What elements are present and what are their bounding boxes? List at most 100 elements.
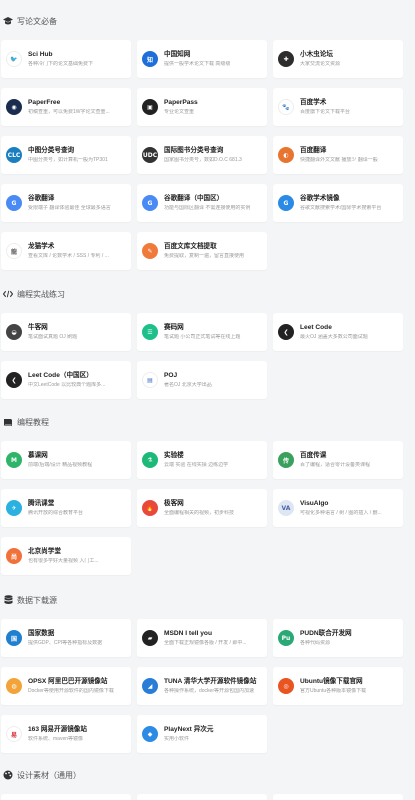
site-logo-icon: 🐾 xyxy=(278,99,294,115)
site-description: 提供一般学术论文下载 高级级 xyxy=(164,61,231,67)
site-card[interactable]: ✎ 百度文库文档提取 免费提取，复制一遍，留言直接使用 xyxy=(137,232,267,270)
site-logo-icon: UDC xyxy=(142,147,158,163)
section-title-text: 数据下载源 xyxy=(17,595,57,605)
site-card[interactable]: ◐ 百度翻译 快捷翻译外文文献 播放少 翻译一般 xyxy=(273,136,403,174)
site-card[interactable]: 易 163 网易开源镜像站 软件系统、maven等镜像 xyxy=(1,715,131,753)
site-title: 慕课网 xyxy=(28,452,48,459)
site-card[interactable]: ◉ PaperFree 初稿查重，可以免费1W字论文查重... xyxy=(1,88,131,126)
site-title: PaperPass xyxy=(164,99,198,106)
site-description: 笔试题 小公司正式笔试等在线上题 xyxy=(164,334,241,340)
site-title: 163 网易开源镜像站 xyxy=(28,726,87,733)
site-description: 中文LeetCode 以比较典个题库多... xyxy=(28,382,106,388)
site-card[interactable]: ◒ 牛客网 笔试面试真题 OJ 刷题 xyxy=(1,313,131,351)
site-description: 前端/后端/设计 精品视频教程 xyxy=(28,462,93,468)
site-card[interactable]: M 慕课网 前端/后端/设计 精品视频教程 xyxy=(1,441,131,479)
site-grid: 国国家数据 提供GDP、CPI等各种指标及数据 ▰ MSDN I tell you 全面… xyxy=(0,619,415,753)
section-title: 编程实战练习 xyxy=(0,283,415,305)
site-card[interactable]: G 谷歌学术镜像 谷歌文献搜索学术/国际学术搜索平台 xyxy=(273,184,403,222)
site-logo-icon: 尚 xyxy=(6,548,22,564)
site-card[interactable]: 国国家数据 提供GDP、CPI等各种指标及数据 xyxy=(1,619,131,657)
site-title: 谷歌翻译 xyxy=(28,195,55,202)
site-description: 软件系统、maven等镜像 xyxy=(28,736,84,742)
site-card[interactable]: 龍龙猫学术 查看文库 / 论数学术 / SSS / 专利 / ... xyxy=(1,232,131,270)
section-3: 编程教程 M 慕课网 前端/后端/设计 精品视频教程 ⚗ 实验楼 云端 实验 在线实操 边练… xyxy=(0,411,415,575)
site-title: VisuAlgo xyxy=(300,500,329,507)
site-logo-icon: VA xyxy=(278,500,294,516)
section-title: 编程教程 xyxy=(0,411,415,433)
site-card[interactable]: VA VisuAlgo 可视化多种语言 / 树 / 图的插入 / 删... xyxy=(273,489,403,527)
site-card[interactable]: ❮ Leet Code（中国区） 中文LeetCode 以比较典个题库多... xyxy=(1,361,131,399)
site-card[interactable]: 🔥 极客网 全面编程相关的视频，初步科技 xyxy=(137,489,267,527)
site-card[interactable]: G 谷歌翻译 受限端子 翻译体验最佳 全球最多语言 xyxy=(1,184,131,222)
site-card[interactable]: ◍ OPSX 阿里巴巴开源镜像站 Docker等使用开源软件的国内镜像下载 xyxy=(1,667,131,705)
site-logo-icon: ☰ xyxy=(142,324,158,340)
book-icon xyxy=(3,417,13,427)
site-description: 谷歌文献搜索学术/国际学术搜索平台 xyxy=(300,205,382,211)
site-logo-icon: Pu xyxy=(278,630,294,646)
site-description: 百了编程，适合零计设备类课程 xyxy=(300,462,371,468)
site-logo-icon: ◎ xyxy=(278,678,294,694)
site-card[interactable]: ❮ Leet Code 最火OJ 涵盖大多数公司面试题 xyxy=(273,313,403,351)
site-title: Ubuntu镜像下载官网 xyxy=(300,678,363,685)
site-logo-icon: ❮ xyxy=(278,324,294,340)
site-description: 初稿查重，可以免费1W字论文查重... xyxy=(28,109,110,115)
site-logo-icon: 易 xyxy=(6,726,22,742)
site-description: 国家图书分类号，数如D.O.C 681.3 xyxy=(164,157,242,163)
site-logo-icon: ◍ xyxy=(6,678,22,694)
site-description: 腾讯开放的综合教育平台 xyxy=(28,510,84,516)
site-logo-icon: 知 xyxy=(142,51,158,67)
site-title: 百度学术 xyxy=(300,99,327,106)
site-logo-icon: 🔥 xyxy=(142,500,158,516)
site-title: 百度翻译 xyxy=(300,147,327,154)
site-title: 北京尚学堂 xyxy=(28,548,61,555)
site-card[interactable] xyxy=(273,794,403,800)
site-logo-icon: 传 xyxy=(278,452,294,468)
site-card[interactable]: ▣ PaperPass 专业论文查重 xyxy=(137,88,267,126)
site-card[interactable]: ◆ PlayNext 异次元 实用小软件 xyxy=(137,715,267,753)
site-card[interactable]: 🐦 Sci Hub 各种冷门下的论文基础免费下 xyxy=(1,40,131,78)
section-4: 数据下载源国国家数据 提供GDP、CPI等各种指标及数据 ▰ MSDN I tell … xyxy=(0,589,415,753)
site-title: OPSX 阿里巴巴开源镜像站 xyxy=(28,678,108,685)
site-card[interactable] xyxy=(137,794,267,800)
site-grid: ◒ 牛客网 笔试面试真题 OJ 刷题 ☰ 赛码网 笔试题 小公司正式笔试等在线上题 ❮ Lee… xyxy=(0,313,415,399)
site-description: 受限端子 翻译体验最佳 全球最多语言 xyxy=(28,205,111,211)
site-description: 功能与国际区翻译 不需连接使用的实例 xyxy=(164,205,251,211)
site-title: Leet Code（中国区） xyxy=(28,372,93,379)
site-card[interactable]: G 谷歌翻译（中国区） 功能与国际区翻译 不需连接使用的实例 xyxy=(137,184,267,222)
site-logo-icon: 国 xyxy=(6,630,22,646)
site-card[interactable]: ☰ 赛码网 笔试题 小公司正式笔试等在线上题 xyxy=(137,313,267,351)
site-logo-icon: ◐ xyxy=(278,147,294,163)
site-title: TUNA 清华大学开源软件镜像站 xyxy=(164,678,257,685)
site-card[interactable] xyxy=(1,794,131,800)
site-logo-icon: ✈ xyxy=(6,500,22,516)
site-card[interactable]: ◎ Ubuntu镜像下载官网 官方Ubuntu各种版本镜像下载 xyxy=(273,667,403,705)
section-title: 写论文必备 xyxy=(0,10,415,32)
site-card[interactable]: ⚗ 实验楼 云端 实验 在线实操 边练边学 xyxy=(137,441,267,479)
site-logo-icon: ❮ xyxy=(6,372,22,388)
site-card[interactable]: ▤ POJ 著名OJ 北京大学出品 xyxy=(137,361,267,399)
site-card[interactable]: UDC 国际图书分类号查询 国家图书分类号，数如D.O.C 681.3 xyxy=(137,136,267,174)
site-description: 最火OJ 涵盖大多数公司面试题 xyxy=(300,334,368,340)
site-title: PaperFree xyxy=(28,99,61,106)
site-logo-icon: CLC xyxy=(6,147,22,163)
site-card[interactable]: 尚北京尚学堂 也有很多学好大量视频 入门工... xyxy=(1,537,131,575)
section-5: 设计素材（通用） xyxy=(0,764,415,800)
site-card[interactable]: Pu PUDN联合开发网 各种代码资源 xyxy=(273,619,403,657)
site-card[interactable]: 🐾 百度学术 百度旗下论文下载平台 xyxy=(273,88,403,126)
section-1: 写论文必备 🐦 Sci Hub 各种冷门下的论文基础免费下 知中国知网提供一般学术论文下… xyxy=(0,10,415,270)
site-card[interactable]: ◢ TUNA 清华大学开源软件镜像站 各种操作系统，docker等开源包国内加速 xyxy=(137,667,267,705)
site-logo-icon: ◆ xyxy=(142,726,158,742)
site-card[interactable]: ▰ MSDN I tell you 全面下载正规镜像各版 / 开发 / 即中... xyxy=(137,619,267,657)
site-card[interactable]: CLC 中图分类号查询中图分类号，如计算机一般为TP301 xyxy=(1,136,131,174)
site-title: 中国知网 xyxy=(164,51,191,58)
site-card[interactable]: 传百度传课 百了编程，适合零计设备类课程 xyxy=(273,441,403,479)
site-card[interactable]: ✈ 腾讯课堂 腾讯开放的综合教育平台 xyxy=(1,489,131,527)
site-description: 中图分类号，如计算机一般为TP301 xyxy=(28,157,108,163)
site-description: 可视化多种语言 / 树 / 图的插入 / 删... xyxy=(300,510,382,516)
site-title: PUDN联合开发网 xyxy=(300,630,352,637)
site-title: 中图分类号查询 xyxy=(28,147,75,154)
graduation-cap-icon xyxy=(3,16,13,26)
site-card[interactable]: ✚ 小木虫论坛 大家交流论文资源 xyxy=(273,40,403,78)
site-card[interactable]: 知中国知网提供一般学术论文下载 高级级 xyxy=(137,40,267,78)
site-description: 提供GDP、CPI等各种指标及数据 xyxy=(28,640,103,646)
